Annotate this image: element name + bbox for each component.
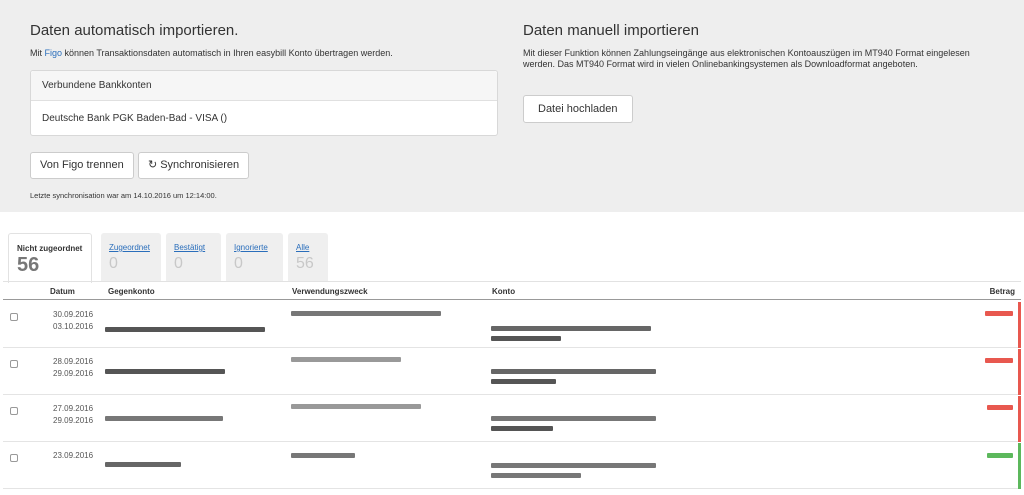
auto-import-description: Mit Figo können Transaktionsdaten automa… (30, 48, 393, 58)
column-verwendungszweck[interactable]: Verwendungszweck (292, 287, 368, 296)
connected-accounts-panel: Verbundene Bankkonten Deutsche Bank PGK … (30, 70, 498, 136)
disconnect-figo-button[interactable]: Von Figo trennen (30, 152, 134, 179)
date-cell: 28.09.2016 29.09.2016 (53, 357, 94, 378)
redacted-account (491, 379, 556, 384)
tab-nicht-zugeordnet[interactable]: Nicht zugeordnet 56 (8, 233, 92, 283)
tab-count: 56 (296, 255, 314, 272)
redacted-account (491, 326, 651, 331)
transactions-table: Datum Gegenkonto Verwendungszweck Konto … (0, 281, 1024, 495)
redacted-account (491, 426, 553, 431)
checkbox-icon[interactable] (10, 313, 18, 321)
checkbox-icon[interactable] (10, 407, 18, 415)
redacted-account (491, 416, 656, 421)
status-indicator (1018, 349, 1021, 395)
redacted-account (491, 336, 561, 341)
column-konto[interactable]: Konto (492, 287, 515, 296)
last-sync-text: Letzte synchronisation war am 14.10.2016… (30, 191, 217, 200)
checkbox-icon[interactable] (10, 454, 18, 462)
connected-accounts-header: Verbundene Bankkonten (31, 71, 497, 101)
tab-ignorierte[interactable]: Ignorierte 0 (226, 233, 283, 282)
table-header: Datum Gegenkonto Verwendungszweck Konto … (3, 281, 1021, 300)
status-indicator (1018, 396, 1021, 442)
tab-count: 56 (17, 254, 40, 276)
manual-import-section: Daten manuell importieren Mit dieser Fun… (523, 22, 1003, 123)
refresh-icon: ↻ (148, 159, 158, 171)
synchronize-button[interactable]: ↻ Synchronisieren (138, 152, 250, 179)
redacted-counterparty (105, 369, 225, 374)
redacted-account (491, 463, 656, 468)
column-datum[interactable]: Datum (50, 287, 75, 296)
redacted-purpose (291, 311, 441, 316)
redacted-amount (987, 405, 1013, 410)
redacted-amount (985, 311, 1013, 316)
table-row[interactable]: 30.09.2016 03.10.2016 (3, 302, 1021, 348)
auto-import-title: Daten automatisch importieren. (30, 22, 239, 39)
manual-import-description: Mit dieser Funktion können Zahlungseingä… (523, 48, 970, 69)
date-cell: 27.09.2016 29.09.2016 (53, 404, 94, 425)
checkbox-icon[interactable] (10, 360, 18, 368)
redacted-purpose (291, 404, 421, 409)
redacted-amount (987, 453, 1013, 458)
table-row[interactable]: 27.09.2016 29.09.2016 (3, 396, 1021, 442)
tab-count: 0 (234, 255, 243, 272)
redacted-amount (985, 358, 1013, 363)
upload-file-button[interactable]: Datei hochladen (523, 95, 633, 123)
bank-account-item[interactable]: Deutsche Bank PGK Baden-Bad - VISA () (31, 101, 497, 136)
redacted-counterparty (105, 462, 181, 467)
date-cell: 30.09.2016 03.10.2016 (53, 310, 94, 331)
redacted-account (491, 369, 656, 374)
figo-link[interactable]: Figo (45, 48, 63, 58)
redacted-purpose (291, 453, 355, 458)
redacted-counterparty (105, 327, 265, 332)
auto-import-section: Daten automatisch importieren. Mit Figo … (30, 22, 500, 200)
tab-count: 0 (174, 255, 183, 272)
column-gegenkonto[interactable]: Gegenkonto (108, 287, 155, 296)
import-panel: Daten automatisch importieren. Mit Figo … (0, 0, 1024, 212)
redacted-account (491, 473, 581, 478)
tab-alle[interactable]: Alle 56 (288, 233, 328, 282)
tab-zugeordnet[interactable]: Zugeordnet 0 (101, 233, 161, 282)
redacted-counterparty (105, 416, 223, 421)
tab-bestaetigt[interactable]: Bestätigt 0 (166, 233, 221, 282)
redacted-purpose (291, 357, 401, 362)
column-betrag[interactable]: Betrag (990, 287, 1015, 296)
status-indicator (1018, 443, 1021, 489)
date-cell: 23.09.2016 (53, 451, 94, 460)
tab-count: 0 (109, 255, 118, 272)
manual-import-title: Daten manuell importieren (523, 22, 699, 39)
table-row[interactable]: 23.09.2016 (3, 443, 1021, 489)
table-row[interactable]: 28.09.2016 29.09.2016 (3, 349, 1021, 395)
status-indicator (1018, 302, 1021, 348)
